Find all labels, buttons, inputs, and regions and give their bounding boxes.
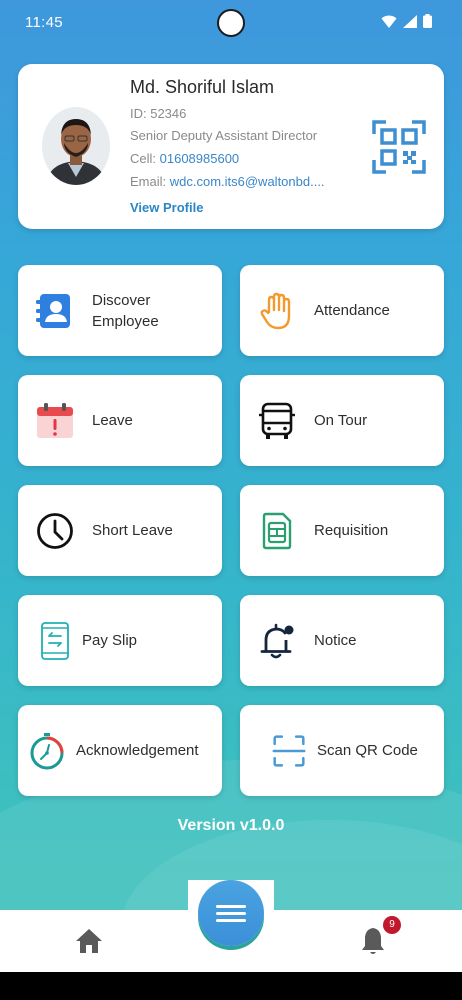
notifications-bell-icon[interactable] — [360, 926, 386, 956]
signal-icon — [403, 14, 417, 28]
tile-on-tour[interactable]: On Tour — [240, 375, 444, 466]
tile-label: Short Leave — [92, 522, 173, 539]
profile-card: Md. Shoriful Islam ID: 52346 Senior Depu… — [18, 64, 444, 229]
email-line: Email: wdc.com.its6@waltonbd.... — [130, 174, 362, 189]
system-nav-bar — [0, 972, 462, 1000]
tile-label: Attendance — [314, 302, 390, 319]
tile-label: Scan QR Code — [317, 742, 418, 759]
tile-discover-employee[interactable]: Discover Employee — [18, 265, 222, 356]
tile-label: Notice — [314, 632, 357, 649]
employee-id: ID: 52346 — [130, 106, 187, 121]
profile-name: Md. Shoriful Islam — [130, 77, 275, 97]
designation: Senior Deputy Assistant Director — [130, 128, 318, 143]
tile-label: Acknowledgement — [76, 742, 199, 759]
clock-icon — [37, 513, 73, 549]
camera-cutout — [217, 9, 245, 37]
tile-pay-slip[interactable]: Pay Slip — [18, 595, 222, 686]
avatar — [42, 107, 110, 185]
tile-label: On Tour — [314, 412, 368, 429]
notification-badge: 9 — [383, 916, 401, 934]
cell-value[interactable]: 01608985600 — [160, 151, 240, 166]
hand-icon — [260, 292, 291, 330]
app-version: Version v1.0.0 — [177, 817, 285, 834]
view-profile-link[interactable]: View Profile — [130, 200, 203, 215]
status-bar: 11:45 — [0, 0, 462, 46]
tile-label: Requisition — [314, 522, 389, 539]
tile-label: Leave — [92, 412, 133, 429]
app-screen: 11:45 Md. Shoriful Islam ID: 52346 Senio — [0, 0, 462, 1000]
tile-leave[interactable]: Leave — [18, 375, 222, 466]
home-icon[interactable] — [75, 928, 103, 954]
tile-notice[interactable]: Notice — [240, 595, 444, 686]
tile-attendance[interactable]: Attendance — [240, 265, 444, 356]
scan-frame-icon — [272, 735, 306, 767]
status-icons — [381, 14, 432, 28]
calendar-alert-icon — [37, 403, 73, 438]
sim-card-icon — [262, 512, 292, 550]
contact-card-icon — [36, 294, 70, 328]
qr-code-icon[interactable] — [372, 120, 426, 174]
cell-label: Cell: — [130, 151, 160, 166]
bus-icon — [259, 402, 295, 439]
tile-requisition[interactable]: Requisition — [240, 485, 444, 576]
email-value[interactable]: wdc.com.its6@waltonbd.... — [170, 174, 325, 189]
tile-label: Pay Slip — [82, 632, 138, 649]
stopwatch-icon — [30, 733, 64, 770]
email-label: Email: — [130, 174, 170, 189]
payslip-transfer-icon — [41, 622, 69, 660]
tile-acknowledgement[interactable]: Acknowledgement — [18, 705, 222, 796]
status-time: 11:45 — [25, 14, 63, 31]
battery-icon — [423, 14, 432, 28]
wifi-icon — [381, 15, 397, 28]
tile-short-leave[interactable]: Short Leave — [18, 485, 222, 576]
bell-notification-icon — [260, 623, 294, 659]
cell-line: Cell: 01608985600 — [130, 151, 239, 166]
tile-label: Discover Employee — [92, 291, 159, 330]
tile-scan-qr-code[interactable]: Scan QR Code — [240, 705, 444, 796]
menu-button[interactable] — [198, 880, 264, 946]
